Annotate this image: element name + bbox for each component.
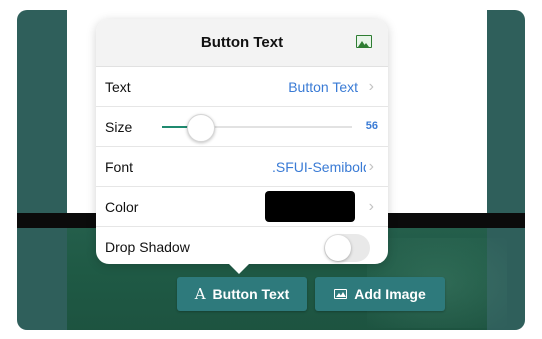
text-row-label: Text: [105, 78, 131, 95]
button-text-label: Button Text: [212, 286, 290, 302]
font-row[interactable]: Font .SFUI-Semibold ›: [96, 147, 388, 187]
text-row-value: Button Text: [288, 78, 358, 95]
color-swatch[interactable]: [265, 191, 355, 222]
text-row[interactable]: Text Button Text ›: [96, 67, 388, 107]
drop-shadow-toggle[interactable]: [324, 234, 370, 262]
popover-header: Button Text: [96, 19, 388, 67]
button-text-button[interactable]: A Button Text: [177, 277, 307, 311]
color-row-label: Color: [105, 198, 139, 215]
font-row-label: Font: [105, 158, 134, 175]
add-image-label: Add Image: [354, 286, 426, 302]
drop-shadow-row: Drop Shadow: [96, 227, 388, 264]
color-row[interactable]: Color ›: [96, 187, 388, 227]
add-image-button[interactable]: Add Image: [315, 277, 445, 311]
image-icon: [334, 289, 348, 299]
size-row-label: Size: [105, 118, 133, 135]
drop-shadow-label: Drop Shadow: [105, 239, 190, 255]
chevron-right-icon: ›: [368, 158, 374, 175]
image-icon[interactable]: [356, 35, 372, 48]
size-row: Size 56: [96, 107, 388, 147]
chevron-right-icon: ›: [368, 198, 374, 215]
button-text-popover: Button Text Text Button Text › Size 56 F…: [96, 19, 388, 264]
size-value: 56: [365, 120, 378, 132]
toggle-knob: [325, 235, 351, 261]
popover-title: Button Text: [200, 34, 284, 51]
size-slider[interactable]: [162, 114, 352, 142]
size-slider-thumb[interactable]: [187, 114, 215, 142]
text-style-icon: A: [194, 285, 206, 303]
font-row-value: .SFUI-Semibold: [272, 158, 366, 175]
popover-arrow: [228, 263, 250, 274]
chevron-right-icon: ›: [368, 78, 374, 95]
